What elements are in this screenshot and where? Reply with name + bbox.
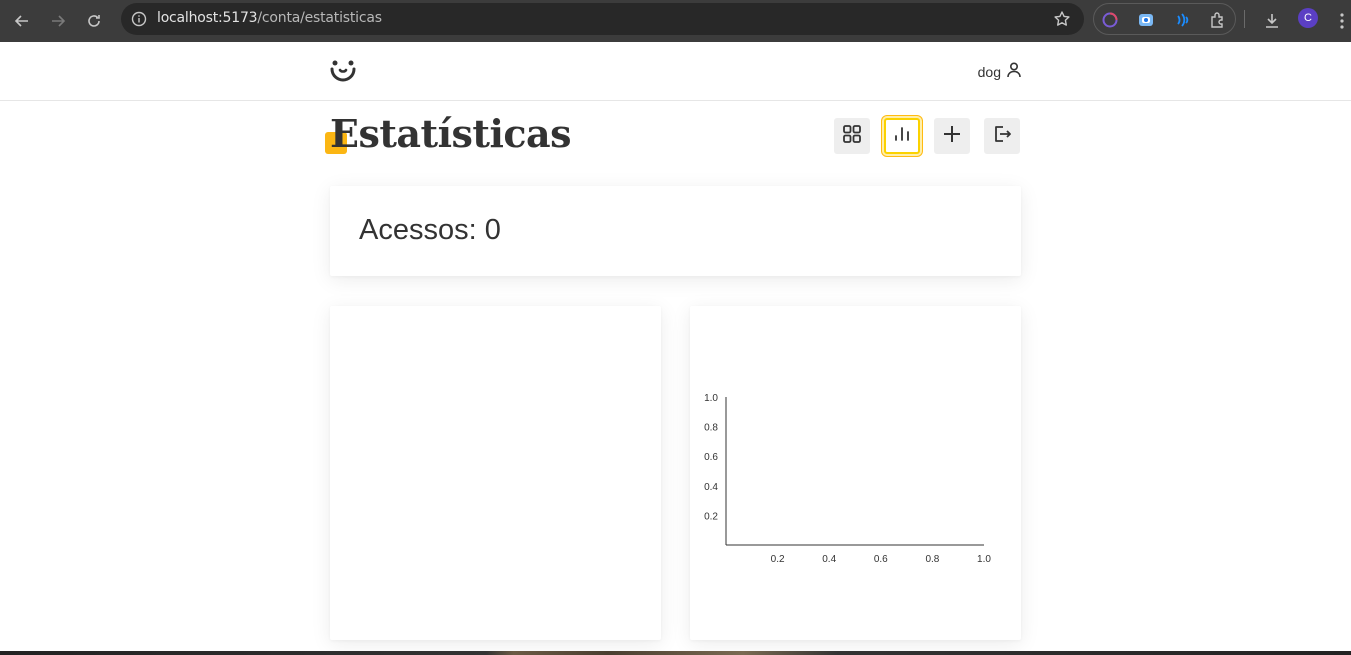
add-post-button[interactable] bbox=[934, 118, 970, 154]
x-tick-label: 0.4 bbox=[822, 554, 836, 565]
background-strip bbox=[0, 651, 1351, 655]
forward-icon[interactable] bbox=[46, 9, 70, 33]
download-icon[interactable] bbox=[1260, 9, 1284, 33]
url-host: localhost:5173 bbox=[157, 10, 258, 26]
page-title: Estatísticas bbox=[330, 111, 572, 156]
y-tick-label: 0.6 bbox=[704, 452, 718, 463]
extensions-group bbox=[1093, 3, 1236, 35]
url-path: /conta/estatisticas bbox=[257, 10, 382, 26]
y-tick-label: 0.8 bbox=[704, 423, 718, 434]
site-header: dog bbox=[0, 42, 1351, 101]
profile-avatar[interactable]: C bbox=[1298, 8, 1318, 28]
user-icon bbox=[1007, 62, 1021, 81]
x-tick-label: 0.2 bbox=[771, 554, 785, 565]
extension-ring-icon[interactable] bbox=[1100, 10, 1120, 30]
browser-toolbar: localhost:5173/conta/estatisticas C bbox=[0, 0, 1351, 42]
x-tick-label: 0.8 bbox=[925, 554, 939, 565]
total-access-card: Acessos: 0 bbox=[330, 186, 1021, 276]
extension-screen-icon[interactable] bbox=[1136, 10, 1156, 30]
x-tick-label: 1.0 bbox=[977, 554, 991, 565]
account-nav bbox=[834, 118, 1020, 154]
account-link[interactable]: dog bbox=[978, 62, 1021, 81]
menu-icon[interactable] bbox=[1332, 9, 1351, 33]
y-tick-label: 1.0 bbox=[704, 393, 718, 404]
feed-button[interactable] bbox=[834, 118, 870, 154]
y-tick-label: 0.4 bbox=[704, 482, 718, 493]
address-bar[interactable]: localhost:5173/conta/estatisticas bbox=[121, 3, 1084, 35]
url-text: localhost:5173/conta/estatisticas bbox=[157, 10, 382, 26]
extension-wave-icon[interactable] bbox=[1172, 10, 1192, 30]
extension-icon[interactable] bbox=[1208, 10, 1228, 30]
bar-chart-icon bbox=[892, 124, 912, 149]
bar-chart: 0.2 0.4 0.6 0.8 1.0 0.2 0.4 0.6 0.8 1.0 bbox=[704, 393, 991, 565]
username-label: dog bbox=[977, 63, 1001, 80]
plus-icon bbox=[942, 124, 962, 149]
bar-chart-card: 0.2 0.4 0.6 0.8 1.0 0.2 0.4 0.6 0.8 1.0 bbox=[690, 306, 1021, 640]
reload-icon[interactable] bbox=[82, 9, 106, 33]
logout-icon bbox=[992, 124, 1012, 149]
y-tick-label: 0.2 bbox=[704, 511, 718, 522]
stats-button[interactable] bbox=[884, 118, 920, 154]
bookmark-star-icon[interactable] bbox=[1052, 9, 1072, 29]
grid-icon bbox=[842, 124, 862, 149]
toolbar-divider bbox=[1244, 10, 1245, 28]
pie-chart-card bbox=[330, 306, 661, 640]
logout-button[interactable] bbox=[984, 118, 1020, 154]
x-tick-label: 0.6 bbox=[874, 554, 888, 565]
back-icon[interactable] bbox=[10, 9, 34, 33]
dogs-logo-icon[interactable] bbox=[330, 59, 356, 83]
page-title-wrap: Estatísticas bbox=[325, 108, 572, 160]
total-access-label: Acessos: 0 bbox=[359, 214, 501, 246]
site-info-icon[interactable] bbox=[129, 9, 149, 29]
